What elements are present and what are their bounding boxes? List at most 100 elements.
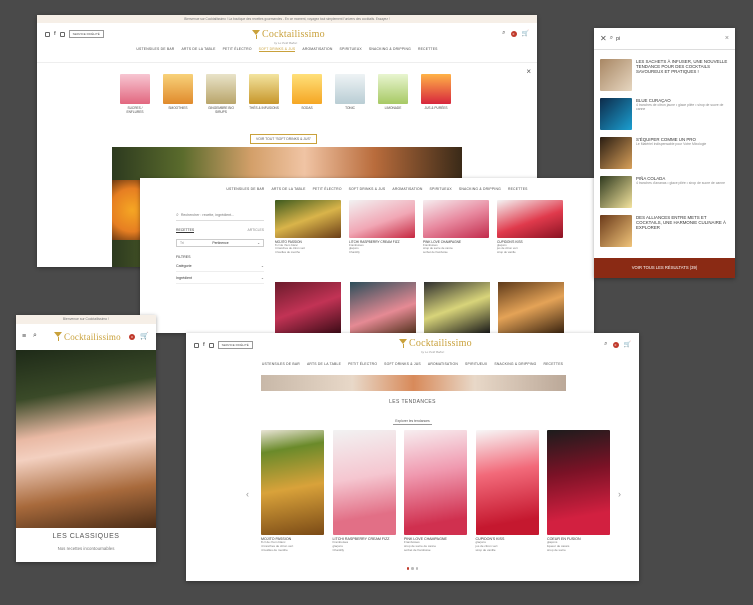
nav-item[interactable]: SPIRITUEUX: [465, 362, 487, 366]
category-tile[interactable]: THÉS & INFUSIONS: [249, 74, 279, 110]
instagram-icon[interactable]: [45, 31, 50, 37]
recipe-card[interactable]: PINK LOVE CHAMPAGNE Framboises sirop de su…: [423, 200, 489, 254]
nav-item[interactable]: USTENSILES DE BAR: [226, 187, 264, 191]
nav-item[interactable]: ARTS DE LA TABLE: [307, 362, 341, 366]
nav-item[interactable]: AROMATISATION: [302, 47, 332, 52]
logo-wordmark: Cocktailissimo: [409, 338, 472, 349]
category-tile[interactable]: LIMONADE: [378, 74, 408, 110]
nav-item[interactable]: AROMATISATION: [392, 187, 422, 191]
nav-item[interactable]: PETIT ÉLECTRO: [348, 362, 377, 366]
instagram-icon[interactable]: [194, 342, 199, 348]
mail-icon[interactable]: [208, 342, 214, 348]
nav-item[interactable]: USTENSILES DE BAR: [262, 362, 300, 366]
recipe-image[interactable]: [424, 282, 490, 333]
nav-item[interactable]: RECETTES: [418, 47, 438, 52]
see-all-results-button[interactable]: VOIR TOUS LES RÉSULTATS (39): [594, 258, 735, 278]
trend-card[interactable]: CUPIDON'S KISS glaçons jus de citron vert s…: [475, 430, 539, 552]
filter-category[interactable]: Catégorie ⌄: [176, 264, 264, 272]
nav-item[interactable]: SPIRITUEUX: [430, 187, 452, 191]
category-tile[interactable]: SODAS: [292, 74, 322, 110]
close-icon[interactable]: ✕: [600, 34, 607, 43]
search-icon[interactable]: ⌕: [502, 30, 505, 37]
category-label: SODAS: [301, 106, 313, 110]
tab-recipes[interactable]: RECETTES: [176, 228, 195, 233]
search-icon[interactable]: ⌕: [33, 332, 37, 340]
carousel-dot-active[interactable]: [406, 567, 410, 570]
nav-item[interactable]: AROMATISATION: [428, 362, 458, 366]
nav-item[interactable]: SOFT DRINKS & JUS: [258, 47, 296, 52]
category-tile[interactable]: SMOOTHIES: [163, 74, 193, 110]
nav-item[interactable]: SNACKING & DRIPPING: [369, 47, 411, 52]
trend-card[interactable]: COEUR EN FUSION glaçons liqueur de cassis s…: [547, 430, 610, 552]
search-result-image: [600, 59, 632, 91]
nav-item[interactable]: ARTS DE LA TABLE: [181, 47, 215, 52]
category-label: SUCRES / ENFLURES: [126, 106, 144, 114]
cart-icon[interactable]: 🛒: [522, 30, 529, 37]
account-badge[interactable]: 0: [129, 334, 135, 340]
filter-ingredient[interactable]: Ingrédient ⌄: [176, 276, 264, 284]
menu-icon[interactable]: ≡: [22, 333, 26, 340]
search-query[interactable]: pi: [616, 36, 722, 42]
trend-card[interactable]: LITCHI RASPBERRY CREAM FIZZ Framboises gla…: [332, 430, 396, 552]
see-all-button[interactable]: VOIR TOUT "SOFT DRINKS & JUS": [250, 134, 317, 144]
mail-icon[interactable]: [59, 31, 65, 37]
search-result-item[interactable]: LES SACHETS À INFUSER, UNE NOUVELLE TEND…: [600, 59, 730, 91]
category-image: [335, 74, 365, 104]
search-icon[interactable]: ⌕: [604, 341, 607, 348]
nav-item[interactable]: SNACKING & DRIPPING: [494, 362, 536, 366]
category-tile[interactable]: JUS & PURÉES: [421, 74, 451, 110]
search-result-item[interactable]: S'ÉQUIPER COMME UN PRO Le Matériel indisp…: [600, 137, 730, 169]
explore-trends-button[interactable]: Explorer les tendances: [393, 418, 432, 425]
nav-item[interactable]: SOFT DRINKS & JUS: [384, 362, 421, 366]
recipe-image[interactable]: [275, 282, 341, 333]
facebook-icon[interactable]: f: [203, 342, 205, 348]
facebook-icon[interactable]: f: [54, 31, 56, 37]
recipe-image: [497, 200, 563, 238]
recipe-image[interactable]: [498, 282, 564, 333]
carousel-prev-icon[interactable]: ‹: [246, 489, 249, 499]
logo[interactable]: Cocktailissimo: [54, 332, 121, 342]
loyalty-button[interactable]: SERVICE FIDÉLITÉ: [68, 30, 104, 38]
clear-icon[interactable]: ×: [725, 35, 729, 42]
search-input[interactable]: [180, 213, 261, 217]
search-result-item[interactable]: BLUE CURAÇAO 4 tranches de citron jaune •…: [600, 98, 730, 130]
carousel-dots[interactable]: [186, 567, 639, 570]
recipe-card[interactable]: CUPIDON'S KISS glaçons jus de citron vert s…: [497, 200, 563, 254]
logo[interactable]: Cocktailissimo by Le Petit Ballon: [252, 29, 325, 45]
cart-icon[interactable]: 🛒: [624, 341, 631, 348]
search-result-item[interactable]: DES ALLIANCES ENTRE METS ET COCKTAILS, U…: [600, 215, 730, 247]
account-badge[interactable]: 0: [510, 30, 517, 37]
recipe-card[interactable]: MOJITO PASSION 8 cl de rhum blanc 4 tranch…: [275, 200, 341, 254]
cart-icon[interactable]: 🛒: [140, 332, 149, 340]
carousel-next-icon[interactable]: ›: [618, 489, 621, 499]
close-icon[interactable]: ×: [526, 67, 531, 76]
category-tile[interactable]: GINGEMBRE BIO SIRUPS: [206, 74, 236, 114]
nav-item[interactable]: SOFT DRINKS & JUS: [349, 187, 386, 191]
nav-item[interactable]: RECETTES: [508, 187, 528, 191]
nav-item[interactable]: PETIT ÉLECTRO: [223, 47, 252, 52]
category-tile[interactable]: TONIC: [335, 74, 365, 110]
loyalty-button[interactable]: SERVICE FIDÉLITÉ: [217, 341, 253, 349]
nav-item[interactable]: USTENSILES DE BAR: [136, 47, 174, 52]
recipe-card[interactable]: LITCHI RASPBERRY CREAM FIZZ Framboises gla…: [349, 200, 415, 254]
nav-item[interactable]: ARTS DE LA TABLE: [271, 187, 305, 191]
tab-articles[interactable]: ARTICLES: [247, 228, 264, 233]
recipe-image[interactable]: [350, 282, 416, 333]
sort-select[interactable]: Tri Pertinence ⌄: [176, 239, 264, 247]
search-result-item[interactable]: PIÑA COLADA 4 tranches d'ananas • glace p…: [600, 176, 730, 208]
logo[interactable]: Cocktailissimo by Le Petit Ballon: [399, 338, 472, 354]
carousel-dot[interactable]: [411, 567, 414, 570]
window-search-dropdown: ✕ ⌕ pi × LES SACHETS À INFUSER, UNE NOUV…: [594, 28, 735, 278]
nav-item[interactable]: PETIT ÉLECTRO: [313, 187, 342, 191]
trend-card[interactable]: PINK LOVE CHAMPAGNE Framboises sirop de su…: [404, 430, 467, 552]
trend-ingredient: sorbet de framboise: [404, 547, 431, 552]
carousel-dot[interactable]: [415, 567, 419, 570]
trend-card[interactable]: MOJITO PASSION 8 cl de rhum blanc 4 tranch…: [261, 430, 324, 552]
nav-item[interactable]: SNACKING & DRIPPING: [459, 187, 501, 191]
category-tile[interactable]: SUCRES / ENFLURES: [120, 74, 150, 114]
account-badge[interactable]: 0: [612, 341, 619, 348]
category-label: THÉS & INFUSIONS: [249, 106, 279, 110]
nav-item[interactable]: RECETTES: [543, 362, 563, 366]
nav-item[interactable]: SPIRITUEUX: [340, 47, 362, 52]
chevron-down-icon: ⌄: [260, 276, 264, 280]
